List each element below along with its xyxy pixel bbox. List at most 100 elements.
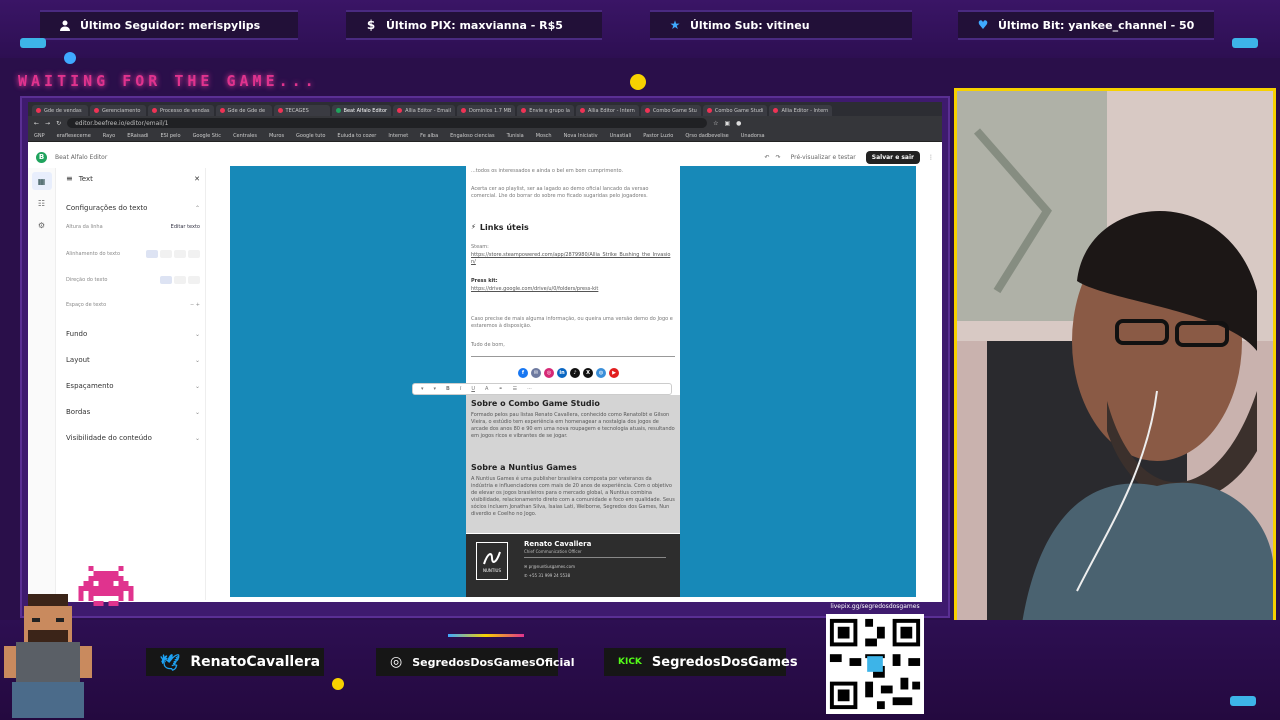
linkedin-icon[interactable]: in (557, 368, 567, 378)
link-insert-icon[interactable]: ⚭ (498, 386, 502, 392)
reload-icon[interactable]: ↻ (56, 120, 61, 127)
browser-tab[interactable]: Gde de Gde de (215, 105, 272, 116)
spacing-stepper[interactable]: − + (190, 302, 200, 308)
horizontal-scrollbar[interactable] (28, 600, 942, 602)
web-icon[interactable]: ◍ (596, 368, 606, 378)
bold-icon[interactable]: B (446, 386, 450, 392)
pix-qr-code[interactable] (826, 614, 924, 714)
browser-tab[interactable]: Allia Editor - Intern (769, 105, 833, 116)
nuntius-heading[interactable]: Sobre a Nuntius Games (471, 464, 675, 472)
italic-icon[interactable]: I (460, 386, 461, 392)
bookmark-item[interactable]: Mosch (536, 133, 552, 139)
bookmark-item[interactable]: Nova Iniciativ (564, 133, 598, 139)
more-format-icon[interactable]: ⋯ (527, 386, 532, 392)
regards-text[interactable]: Tudo de bom, (471, 342, 675, 349)
nuntius-paragraph[interactable]: A Nuntius Games é uma publisher brasilei… (471, 476, 675, 518)
extensions-icon[interactable]: ▣ (724, 120, 730, 127)
bookmark-item[interactable]: ERaisadi (127, 133, 148, 139)
browser-tab-active[interactable]: Beat Alfalo Editor (331, 105, 392, 116)
twitter-handle[interactable]: 🕊 RenatoCavallera (146, 648, 324, 676)
bookmark-item[interactable]: eraflesecerne (57, 133, 91, 139)
direction-segment[interactable] (160, 276, 200, 284)
links-heading[interactable]: Links úteis (480, 224, 529, 232)
bookmark-item[interactable]: Muros (269, 133, 284, 139)
chevron-down-icon[interactable]: ⌄ (195, 331, 200, 338)
section-layout[interactable]: Layout (66, 356, 90, 364)
mail-icon[interactable]: ✉ (531, 368, 541, 378)
presskit-link[interactable]: https://drive.google.com/drive/u/0/folde… (471, 286, 675, 293)
kick-handle[interactable]: KICK SegredosDosGames (604, 648, 798, 676)
url-field[interactable]: editor.beefree.io/editor/email/1 (67, 118, 708, 128)
list-icon[interactable]: ☰ (513, 386, 517, 392)
more-menu-icon[interactable]: ⋮ (928, 154, 934, 161)
bookmark-item[interactable]: GNP (34, 133, 45, 139)
chevron-down-icon[interactable]: ⌄ (195, 435, 200, 442)
forward-icon[interactable]: → (45, 120, 50, 127)
chevron-up-icon[interactable]: ⌃ (195, 205, 200, 212)
doc-title[interactable]: Beat Alfalo Editor (55, 154, 107, 161)
tiktok-icon[interactable]: ♪ (570, 368, 580, 378)
bookmark-item[interactable]: Centrales (233, 133, 257, 139)
align-segment[interactable] (146, 250, 200, 258)
bookmark-item[interactable]: Euiuda to cozer (337, 133, 376, 139)
instagram-icon[interactable]: ◎ (544, 368, 554, 378)
browser-tab[interactable]: Envie e grupo la (517, 105, 574, 116)
underline-icon[interactable]: U (471, 386, 475, 392)
contact-paragraph[interactable]: Caso precise de mais alguma informação, … (471, 316, 675, 330)
browser-tab[interactable]: Gde de vendas (32, 105, 88, 116)
email-preview[interactable]: ...todos os interessados e ainda o bel e… (466, 166, 680, 597)
bookmark-item[interactable]: Google Stic (193, 133, 222, 139)
save-exit-button[interactable]: Salvar e sair (865, 150, 920, 164)
settings-rail-icon[interactable]: ⚙ (32, 216, 52, 234)
email-signature[interactable]: NUNTIUS Renato Cavallera Chief Communica… (466, 534, 680, 597)
bookmark-item[interactable]: ESI pelo (160, 133, 180, 139)
chevron-down-icon[interactable]: ⌄ (195, 383, 200, 390)
bookmark-item[interactable]: Fe alba (420, 133, 438, 139)
preview-button[interactable]: Pré-visualizar e testar (791, 154, 856, 161)
close-icon[interactable]: ✕ (194, 175, 200, 183)
redo-icon[interactable]: ↷ (776, 154, 781, 161)
intro-paragraph[interactable]: Acerta cer ao playlist, ser aa lagado ao… (471, 186, 675, 200)
browser-tab[interactable]: Dominios 1.7 MB (457, 105, 516, 116)
browser-tab[interactable]: Processo de vendas (148, 105, 214, 116)
rows-rail-icon[interactable]: ☷ (32, 194, 52, 212)
chevron-down-icon[interactable]: ⌄ (195, 357, 200, 364)
section-text-settings[interactable]: Configurações do texto (66, 204, 147, 212)
undo-icon[interactable]: ↶ (765, 154, 770, 161)
chevron-down-icon[interactable]: ⌄ (195, 409, 200, 416)
profile-icon[interactable]: ● (736, 120, 741, 127)
browser-tab[interactable]: TECAGES (273, 105, 330, 116)
back-icon[interactable]: ← (34, 120, 39, 127)
bookmark-item[interactable]: Qrso dadbevelise (685, 133, 728, 139)
youtube-icon[interactable]: ▶ (609, 368, 619, 378)
browser-tab[interactable]: Allia Editor - Email (393, 105, 456, 116)
section-background[interactable]: Fundo (66, 330, 87, 338)
section-visibility[interactable]: Visibilidade do conteúdo (66, 434, 152, 442)
bookmark-item[interactable]: Unadorsa (741, 133, 765, 139)
bookmark-item[interactable]: Internet (388, 133, 408, 139)
edit-text-link[interactable]: Editar texto (171, 224, 200, 230)
browser-tab[interactable]: Combo Game Stu (640, 105, 701, 116)
star-bookmark-icon[interactable]: ☆ (713, 120, 718, 127)
facebook-icon[interactable]: f (518, 368, 528, 378)
size-select[interactable]: ▾ (434, 386, 437, 392)
browser-tab[interactable]: Combo Game Studi (702, 105, 768, 116)
bookmark-item[interactable]: Google tuto (296, 133, 325, 139)
bookmark-item[interactable]: Tunisia (507, 133, 524, 139)
section-borders[interactable]: Bordas (66, 408, 90, 416)
browser-tab[interactable]: Gerenciamento (90, 105, 146, 116)
intro-line[interactable]: ...todos os interessados e ainda o bel e… (471, 168, 675, 175)
section-spacing[interactable]: Espaçamento (66, 382, 114, 390)
combo-paragraph[interactable]: Formado pelos pau listas Renato Cavaller… (471, 412, 675, 440)
color-icon[interactable]: A (485, 386, 488, 392)
font-select[interactable]: ▾ (421, 386, 424, 392)
steam-link[interactable]: https://store.steampowered.com/app/28799… (471, 252, 675, 266)
x-icon[interactable]: X (583, 368, 593, 378)
content-rail-icon[interactable]: ▦ (31, 172, 52, 190)
bookmark-item[interactable]: Unastiali (610, 133, 632, 139)
bookmark-item[interactable]: Pastor Luzio (643, 133, 673, 139)
bookmark-item[interactable]: Rayo (103, 133, 115, 139)
bookmark-item[interactable]: Engaloso ciencias (450, 133, 494, 139)
browser-tab[interactable]: Allia Editor - Intern (575, 105, 639, 116)
combo-heading[interactable]: Sobre o Combo Game Studio (471, 400, 675, 408)
